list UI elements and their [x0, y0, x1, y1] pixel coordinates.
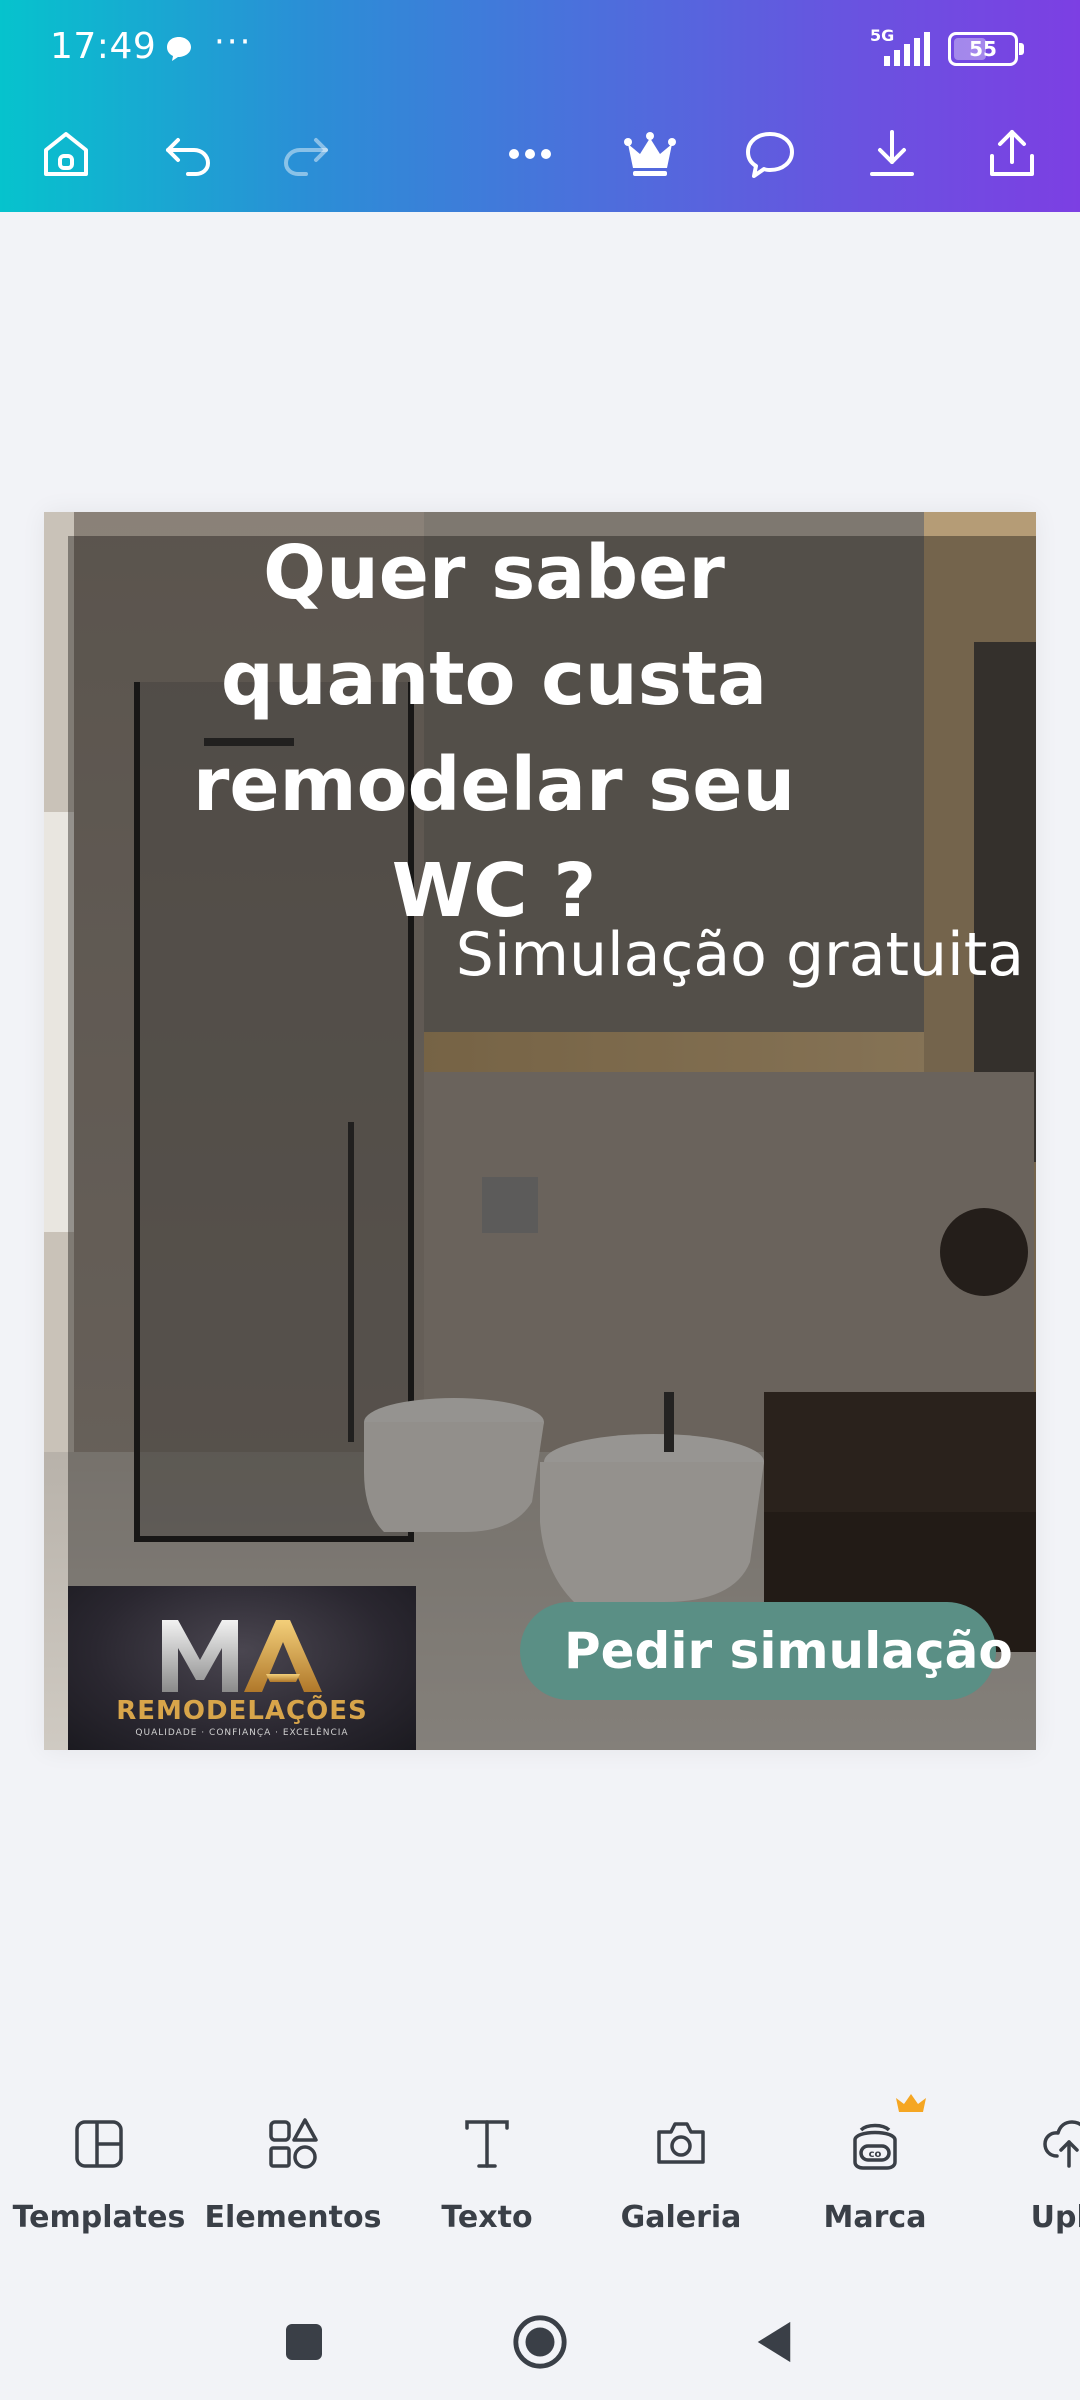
undo-icon: [166, 138, 210, 176]
back-button[interactable]: [734, 2302, 814, 2382]
tool-upload[interactable]: Uplo: [972, 2090, 1080, 2250]
signal-icon: [884, 32, 930, 66]
comment-button[interactable]: [730, 114, 810, 194]
tool-gallery[interactable]: Galeria: [584, 2090, 778, 2250]
recents-button[interactable]: [264, 2302, 344, 2382]
back-icon: [757, 2321, 791, 2363]
comment-icon: [746, 132, 794, 178]
system-nav-bar: [0, 2280, 1080, 2400]
home-icon: [44, 132, 88, 176]
text-icon: [465, 2120, 509, 2168]
tool-label: Elementos: [204, 2200, 382, 2235]
tool-label: Marca: [823, 2200, 927, 2235]
home-button[interactable]: [26, 114, 106, 194]
status-more-icon: ···: [214, 22, 253, 62]
battery-icon: 55: [948, 32, 1024, 66]
battery-percent: 55: [969, 37, 997, 61]
redo-icon: [284, 138, 328, 176]
design-canvas[interactable]: Quer saber quanto custa remodelar seu WC…: [44, 512, 1036, 1750]
redo-button[interactable]: [266, 114, 346, 194]
status-bar: 17:49 ··· 5G 55: [0, 0, 1080, 100]
request-simulation-button[interactable]: Pedir simulação: [520, 1602, 1013, 1700]
camera-icon: [657, 2122, 705, 2164]
headline-text[interactable]: Quer saber quanto custa remodelar seu WC…: [124, 520, 864, 944]
logo-name: REMODELAÇÕES: [116, 1696, 368, 1726]
status-time: 17:49: [50, 26, 157, 67]
tool-text[interactable]: Texto: [390, 2090, 584, 2250]
more-icon: [509, 149, 551, 159]
tool-elements[interactable]: Elementos: [196, 2090, 390, 2250]
elements-icon: [269, 2118, 318, 2169]
tool-label: Galeria: [620, 2200, 742, 2235]
share-icon: [990, 130, 1034, 176]
premium-button[interactable]: [610, 114, 690, 194]
tool-label: Texto: [441, 2200, 533, 2235]
home-nav-button[interactable]: [500, 2302, 580, 2382]
tool-templates[interactable]: Templates: [2, 2090, 196, 2250]
bottom-tools-bar: Templates Elementos Texto Galeria co Mar…: [0, 2090, 1080, 2250]
templates-icon: [75, 2120, 123, 2168]
svg-text:co: co: [869, 2149, 882, 2160]
tool-label: Uplo: [1030, 2200, 1080, 2235]
top-app-bar: 17:49 ··· 5G 55: [0, 0, 1080, 212]
tool-label: Templates: [12, 2200, 186, 2235]
download-icon: [870, 130, 914, 176]
logo-mark-icon: [162, 1620, 322, 1692]
editor-toolbar: [0, 100, 1080, 212]
upload-icon: [1043, 2120, 1080, 2168]
home-nav-icon: [513, 2315, 567, 2369]
more-button[interactable]: [490, 114, 570, 194]
recents-icon: [286, 2324, 322, 2360]
subtitle-text[interactable]: Simulação gratuita: [444, 920, 1024, 990]
chat-notification-icon: [167, 37, 191, 61]
logo-tagline: QUALIDADE · CONFIANÇA · EXCELÊNCIA: [135, 1728, 349, 1738]
tool-brand[interactable]: co Marca: [778, 2090, 972, 2250]
company-logo[interactable]: REMODELAÇÕES QUALIDADE · CONFIANÇA · EXC…: [68, 1586, 416, 1750]
undo-button[interactable]: [148, 114, 228, 194]
share-button[interactable]: [972, 114, 1052, 194]
download-button[interactable]: [852, 114, 932, 194]
crown-icon: [624, 132, 676, 176]
brand-icon: co: [853, 2123, 897, 2170]
